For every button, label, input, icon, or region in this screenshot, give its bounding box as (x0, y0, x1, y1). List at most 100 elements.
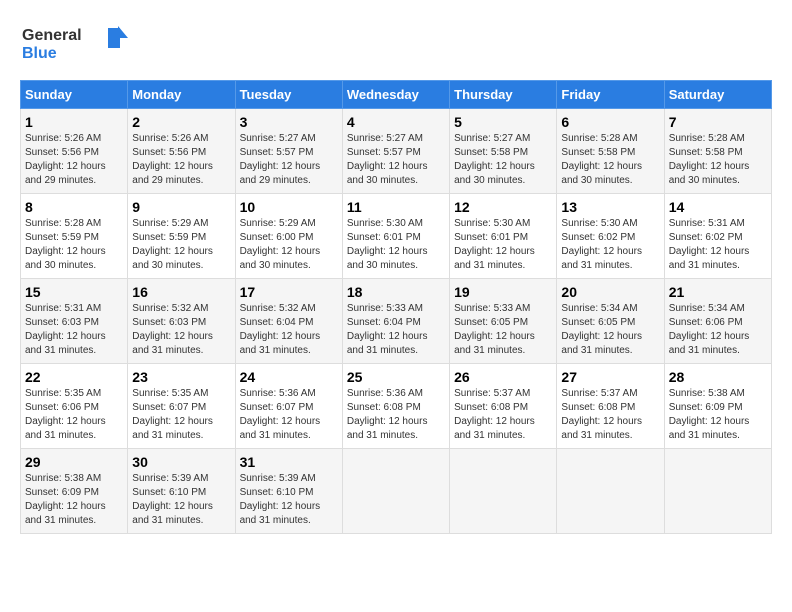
day-number: 20 (561, 284, 659, 300)
day-info: Sunrise: 5:35 AM Sunset: 6:06 PM Dayligh… (25, 387, 123, 443)
day-number: 10 (240, 199, 338, 215)
day-info: Sunrise: 5:27 AM Sunset: 5:57 PM Dayligh… (347, 132, 445, 188)
svg-text:General: General (22, 27, 82, 44)
calendar-header: SundayMondayTuesdayWednesdayThursdayFrid… (21, 81, 772, 109)
day-info: Sunrise: 5:26 AM Sunset: 5:56 PM Dayligh… (132, 132, 230, 188)
day-number: 19 (454, 284, 552, 300)
day-number: 14 (669, 199, 767, 215)
day-number: 8 (25, 199, 123, 215)
day-number: 11 (347, 199, 445, 215)
day-number: 2 (132, 114, 230, 130)
logo-icon: General Blue (20, 20, 130, 65)
day-number: 25 (347, 369, 445, 385)
calendar-cell: 7Sunrise: 5:28 AM Sunset: 5:58 PM Daylig… (664, 109, 771, 194)
calendar-cell: 18 Sunrise: 5:33 AM Sunset: 6:04 PM Dayli… (342, 279, 449, 364)
day-info: Sunrise: 5:28 AM Sunset: 5:58 PM Dayligh… (561, 132, 659, 188)
week-row-4: 22 Sunrise: 5:35 AM Sunset: 6:06 PM Dayli… (21, 364, 772, 449)
calendar-cell: 25 Sunrise: 5:36 AM Sunset: 6:08 PM Dayli… (342, 364, 449, 449)
calendar-cell (450, 449, 557, 534)
day-number: 21 (669, 284, 767, 300)
calendar-cell: 24Sunrise: 5:36 AM Sunset: 6:07 PM Dayli… (235, 364, 342, 449)
calendar-cell: 13 Sunrise: 5:30 AM Sunset: 6:02 PM Dayli… (557, 194, 664, 279)
calendar-cell: 8Sunrise: 5:28 AM Sunset: 5:59 PM Daylig… (21, 194, 128, 279)
calendar-cell: 21 Sunrise: 5:34 AM Sunset: 6:06 PM Dayli… (664, 279, 771, 364)
day-number: 27 (561, 369, 659, 385)
calendar-cell: 15 Sunrise: 5:31 AM Sunset: 6:03 PM Dayli… (21, 279, 128, 364)
calendar-cell: 1 Sunrise: 5:26 AM Sunset: 5:56 PM Daylig… (21, 109, 128, 194)
day-info: Sunrise: 5:31 AM Sunset: 6:03 PM Dayligh… (25, 302, 123, 358)
header-monday: Monday (128, 81, 235, 109)
calendar-cell: 23 Sunrise: 5:35 AM Sunset: 6:07 PM Dayli… (128, 364, 235, 449)
logo-text: General Blue (20, 20, 130, 70)
day-number: 22 (25, 369, 123, 385)
day-info: Sunrise: 5:34 AM Sunset: 6:05 PM Dayligh… (561, 302, 659, 358)
day-info: Sunrise: 5:37 AM Sunset: 6:08 PM Dayligh… (454, 387, 552, 443)
calendar-cell: 2 Sunrise: 5:26 AM Sunset: 5:56 PM Daylig… (128, 109, 235, 194)
page-header: General Blue (20, 20, 772, 70)
day-info: Sunrise: 5:38 AM Sunset: 6:09 PM Dayligh… (669, 387, 767, 443)
calendar-cell: 31Sunrise: 5:39 AM Sunset: 6:10 PM Dayli… (235, 449, 342, 534)
day-info: Sunrise: 5:33 AM Sunset: 6:04 PM Dayligh… (347, 302, 445, 358)
day-info: Sunrise: 5:39 AM Sunset: 6:10 PM Dayligh… (240, 472, 338, 528)
day-info: Sunrise: 5:29 AM Sunset: 5:59 PM Dayligh… (132, 217, 230, 273)
calendar-cell: 17 Sunrise: 5:32 AM Sunset: 6:04 PM Dayli… (235, 279, 342, 364)
day-info: Sunrise: 5:29 AM Sunset: 6:00 PM Dayligh… (240, 217, 338, 273)
calendar-cell: 22 Sunrise: 5:35 AM Sunset: 6:06 PM Dayli… (21, 364, 128, 449)
week-row-5: 29Sunrise: 5:38 AM Sunset: 6:09 PM Dayli… (21, 449, 772, 534)
calendar-cell: 5 Sunrise: 5:27 AM Sunset: 5:58 PM Daylig… (450, 109, 557, 194)
calendar-body: 1 Sunrise: 5:26 AM Sunset: 5:56 PM Daylig… (21, 109, 772, 534)
header-saturday: Saturday (664, 81, 771, 109)
calendar-table: SundayMondayTuesdayWednesdayThursdayFrid… (20, 80, 772, 534)
day-info: Sunrise: 5:30 AM Sunset: 6:01 PM Dayligh… (347, 217, 445, 273)
calendar-cell: 29Sunrise: 5:38 AM Sunset: 6:09 PM Dayli… (21, 449, 128, 534)
day-info: Sunrise: 5:34 AM Sunset: 6:06 PM Dayligh… (669, 302, 767, 358)
day-number: 13 (561, 199, 659, 215)
day-info: Sunrise: 5:36 AM Sunset: 6:08 PM Dayligh… (347, 387, 445, 443)
day-number: 28 (669, 369, 767, 385)
calendar-cell: 19Sunrise: 5:33 AM Sunset: 6:05 PM Dayli… (450, 279, 557, 364)
calendar-cell: 6Sunrise: 5:28 AM Sunset: 5:58 PM Daylig… (557, 109, 664, 194)
day-info: Sunrise: 5:30 AM Sunset: 6:01 PM Dayligh… (454, 217, 552, 273)
calendar-cell: 10 Sunrise: 5:29 AM Sunset: 6:00 PM Dayli… (235, 194, 342, 279)
calendar-cell (664, 449, 771, 534)
calendar-cell: 20 Sunrise: 5:34 AM Sunset: 6:05 PM Dayli… (557, 279, 664, 364)
day-number: 4 (347, 114, 445, 130)
day-number: 18 (347, 284, 445, 300)
calendar-cell: 26Sunrise: 5:37 AM Sunset: 6:08 PM Dayli… (450, 364, 557, 449)
day-info: Sunrise: 5:36 AM Sunset: 6:07 PM Dayligh… (240, 387, 338, 443)
calendar-cell: 9 Sunrise: 5:29 AM Sunset: 5:59 PM Daylig… (128, 194, 235, 279)
day-info: Sunrise: 5:27 AM Sunset: 5:58 PM Dayligh… (454, 132, 552, 188)
day-info: Sunrise: 5:37 AM Sunset: 6:08 PM Dayligh… (561, 387, 659, 443)
calendar-cell: 3Sunrise: 5:27 AM Sunset: 5:57 PM Daylig… (235, 109, 342, 194)
day-number: 15 (25, 284, 123, 300)
calendar-cell: 30 Sunrise: 5:39 AM Sunset: 6:10 PM Dayli… (128, 449, 235, 534)
header-friday: Friday (557, 81, 664, 109)
calendar-cell: 28 Sunrise: 5:38 AM Sunset: 6:09 PM Dayli… (664, 364, 771, 449)
day-info: Sunrise: 5:32 AM Sunset: 6:04 PM Dayligh… (240, 302, 338, 358)
day-number: 5 (454, 114, 552, 130)
day-number: 16 (132, 284, 230, 300)
calendar-cell (342, 449, 449, 534)
day-info: Sunrise: 5:32 AM Sunset: 6:03 PM Dayligh… (132, 302, 230, 358)
day-number: 30 (132, 454, 230, 470)
day-info: Sunrise: 5:35 AM Sunset: 6:07 PM Dayligh… (132, 387, 230, 443)
header-wednesday: Wednesday (342, 81, 449, 109)
day-info: Sunrise: 5:26 AM Sunset: 5:56 PM Dayligh… (25, 132, 123, 188)
week-row-1: 1 Sunrise: 5:26 AM Sunset: 5:56 PM Daylig… (21, 109, 772, 194)
day-number: 23 (132, 369, 230, 385)
day-info: Sunrise: 5:39 AM Sunset: 6:10 PM Dayligh… (132, 472, 230, 528)
week-row-3: 15 Sunrise: 5:31 AM Sunset: 6:03 PM Dayli… (21, 279, 772, 364)
calendar-cell: 14Sunrise: 5:31 AM Sunset: 6:02 PM Dayli… (664, 194, 771, 279)
day-number: 3 (240, 114, 338, 130)
calendar-cell (557, 449, 664, 534)
header-thursday: Thursday (450, 81, 557, 109)
calendar-cell: 16 Sunrise: 5:32 AM Sunset: 6:03 PM Dayli… (128, 279, 235, 364)
week-row-2: 8Sunrise: 5:28 AM Sunset: 5:59 PM Daylig… (21, 194, 772, 279)
day-number: 17 (240, 284, 338, 300)
day-number: 12 (454, 199, 552, 215)
day-info: Sunrise: 5:30 AM Sunset: 6:02 PM Dayligh… (561, 217, 659, 273)
logo: General Blue (20, 20, 130, 70)
day-number: 1 (25, 114, 123, 130)
calendar-cell: 4 Sunrise: 5:27 AM Sunset: 5:57 PM Daylig… (342, 109, 449, 194)
day-number: 9 (132, 199, 230, 215)
